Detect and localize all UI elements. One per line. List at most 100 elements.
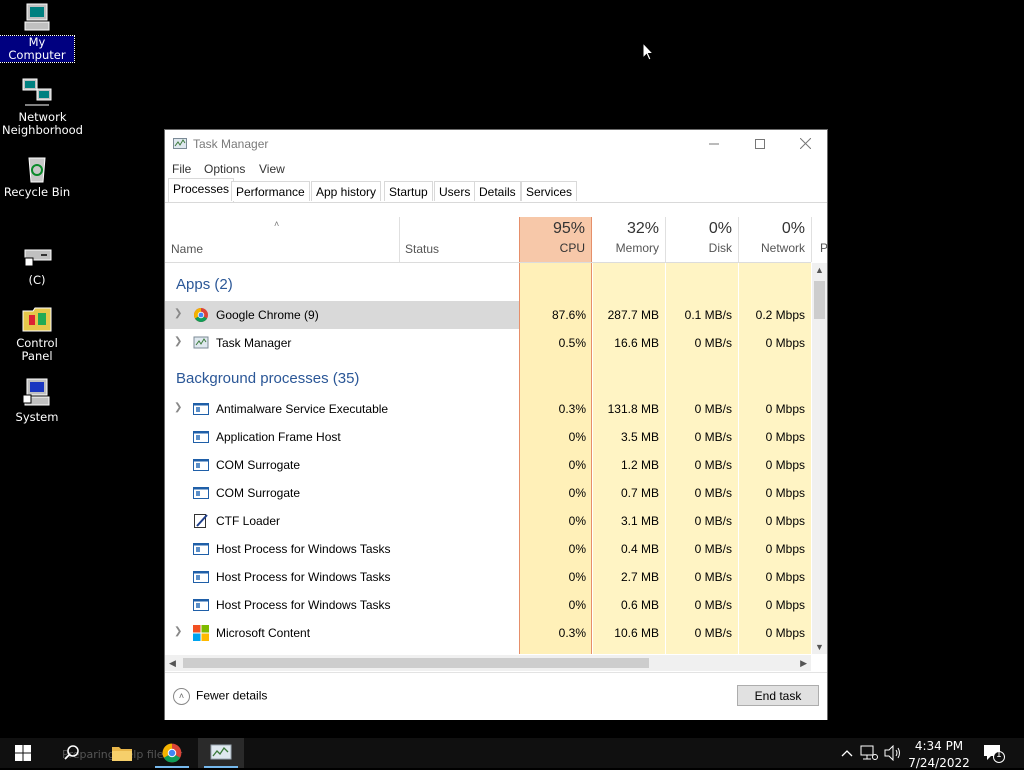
desktop-icon-label: Recycle Bin bbox=[3, 185, 71, 199]
disk-value: 0 MB/s bbox=[694, 336, 732, 350]
menu-view[interactable]: View bbox=[259, 162, 285, 176]
process-row[interactable]: Host Process for Windows Tasks 0% 2.7 MB… bbox=[165, 563, 811, 591]
disk-value: 0 MB/s bbox=[694, 458, 732, 472]
expand-chevron-icon[interactable]: ❯ bbox=[174, 336, 182, 347]
memory-label: Memory bbox=[615, 241, 659, 255]
expand-chevron-icon[interactable]: ❯ bbox=[174, 402, 182, 413]
maximize-button[interactable] bbox=[737, 130, 783, 158]
group-background-heading: Background processes (35) bbox=[176, 370, 360, 387]
desktop-icon-my-computer[interactable]: My Computer bbox=[0, 2, 75, 63]
minimize-icon bbox=[709, 143, 719, 145]
column-name[interactable]: Name bbox=[171, 242, 203, 256]
tab-app-history[interactable]: App history bbox=[311, 181, 382, 201]
network-tray-button[interactable] bbox=[860, 738, 882, 768]
process-name: Host Process for Windows Tasks bbox=[216, 570, 391, 584]
title-bar[interactable]: Task Manager bbox=[165, 130, 827, 158]
mouse-cursor-icon bbox=[642, 41, 655, 65]
network-total: 0% bbox=[781, 220, 805, 237]
tab-users[interactable]: Users bbox=[434, 181, 476, 201]
window-title: Task Manager bbox=[193, 137, 269, 151]
desktop-icon-network[interactable]: Network Neighborhood bbox=[0, 77, 83, 137]
power-label: P bbox=[820, 241, 829, 255]
scroll-left-arrow-icon[interactable]: ◀ bbox=[169, 658, 176, 669]
column-network[interactable]: 0% Network bbox=[738, 217, 811, 262]
process-row[interactable]: Application Frame Host 0% 3.5 MB 0 MB/s … bbox=[165, 423, 811, 451]
chrome-icon bbox=[162, 743, 182, 763]
scroll-up-arrow-icon[interactable]: ▲ bbox=[815, 265, 824, 275]
column-power-partial[interactable]: P bbox=[811, 217, 829, 262]
menu-options[interactable]: Options bbox=[204, 162, 245, 176]
scroll-down-arrow-icon[interactable]: ▼ bbox=[815, 642, 824, 652]
tab-processes[interactable]: Processes bbox=[168, 178, 235, 202]
disk-label: Disk bbox=[708, 241, 732, 255]
desktop-icon-recycle-bin[interactable]: Recycle Bin bbox=[0, 152, 74, 199]
minimize-button[interactable] bbox=[691, 130, 737, 158]
process-row[interactable]: Host Process for Windows Tasks 0% 0.6 MB… bbox=[165, 591, 811, 619]
desktop-icon-label: System bbox=[15, 410, 59, 424]
service-window-icon bbox=[193, 599, 209, 611]
taskbar-chrome[interactable] bbox=[149, 738, 195, 768]
taskbar-task-manager[interactable] bbox=[198, 738, 244, 768]
process-row[interactable]: CTF Loader 0% 3.1 MB 0 MB/s 0 Mbps bbox=[165, 507, 811, 535]
end-task-button[interactable]: End task bbox=[737, 685, 819, 706]
desktop-icon-system[interactable]: System bbox=[0, 377, 74, 424]
cpu-value: 87.6% bbox=[551, 308, 586, 322]
process-row[interactable]: Host Process for Windows Tasks 0% 0.4 MB… bbox=[165, 535, 811, 563]
process-row[interactable]: COM Surrogate 0% 1.2 MB 0 MB/s 0 Mbps bbox=[165, 451, 811, 479]
start-button[interactable] bbox=[0, 738, 46, 768]
tab-services[interactable]: Services bbox=[521, 181, 578, 201]
process-row[interactable]: ❯ Antimalware Service Executable 0.3% 13… bbox=[165, 395, 811, 423]
search-button[interactable] bbox=[49, 738, 95, 768]
taskbar-clock[interactable]: 4:34 PM 7/24/2022 bbox=[903, 740, 975, 770]
expand-chevron-icon[interactable]: ❯ bbox=[174, 626, 182, 637]
column-cpu[interactable]: 95% CPU bbox=[519, 217, 592, 262]
fewer-details-button[interactable]: ˄ Fewer details bbox=[173, 688, 267, 705]
folder-icon bbox=[112, 747, 132, 761]
collapse-chevron-icon: ˄ bbox=[173, 688, 190, 705]
process-row-task-manager[interactable]: ❯ Task Manager 0.5% 16.6 MB 0 MB/s 0 Mbp… bbox=[165, 329, 811, 357]
service-window-icon bbox=[193, 459, 209, 471]
horizontal-scrollbar[interactable]: ◀ ▶ bbox=[165, 655, 811, 671]
close-button[interactable] bbox=[782, 130, 828, 158]
disk-value: 0 MB/s bbox=[694, 570, 732, 584]
vertical-scrollbar[interactable]: ▲ ▼ bbox=[812, 263, 827, 654]
desktop-icon-label: Network Neighborhood bbox=[2, 110, 83, 137]
sort-up-icon[interactable]: ˄ bbox=[274, 219, 279, 229]
menu-file[interactable]: File bbox=[172, 162, 191, 176]
speaker-icon bbox=[884, 744, 900, 762]
tab-startup[interactable]: Startup bbox=[384, 181, 433, 201]
disk-value: 0 MB/s bbox=[694, 514, 732, 528]
process-row[interactable]: ❯ Microsoft Content 0.3% 10.6 MB 0 MB/s … bbox=[165, 619, 811, 647]
memory-value: 3.5 MB bbox=[620, 430, 659, 444]
footer: ˄ Fewer details End task bbox=[165, 672, 827, 720]
process-name: CTF Loader bbox=[216, 514, 281, 528]
desktop-icon-control-panel[interactable]: Control Panel bbox=[0, 303, 74, 363]
disk-value: 0 MB/s bbox=[694, 430, 732, 444]
cpu-total: 95% bbox=[552, 220, 585, 237]
tab-performance[interactable]: Performance bbox=[231, 181, 310, 201]
clock-date: 7/24/2022 bbox=[908, 756, 970, 770]
cpu-value: 0% bbox=[568, 430, 586, 444]
disk-value: 0 MB/s bbox=[694, 542, 732, 556]
expand-chevron-icon[interactable]: ❯ bbox=[174, 308, 182, 319]
action-center-button[interactable]: 1 bbox=[980, 738, 1016, 768]
scroll-right-arrow-icon[interactable]: ▶ bbox=[800, 658, 807, 669]
column-status[interactable]: Status bbox=[399, 217, 519, 262]
memory-value: 0.4 MB bbox=[620, 542, 659, 556]
system-icon bbox=[21, 377, 53, 409]
show-hidden-icons-button[interactable] bbox=[838, 738, 856, 768]
vertical-scroll-thumb[interactable] bbox=[814, 281, 825, 319]
tab-details[interactable]: Details bbox=[474, 181, 521, 201]
process-list: Apps (2) ❯ Google Chrome (9) 87.6% 287.7… bbox=[165, 263, 811, 654]
column-memory[interactable]: 32% Memory bbox=[592, 217, 665, 262]
process-row[interactable]: COM Surrogate 0% 0.7 MB 0 MB/s 0 Mbps bbox=[165, 479, 811, 507]
taskbar-file-explorer[interactable] bbox=[99, 738, 145, 768]
task-manager-app-icon bbox=[173, 137, 187, 151]
cpu-value: 0% bbox=[568, 486, 586, 500]
column-disk[interactable]: 0% Disk bbox=[665, 217, 738, 262]
horizontal-scroll-thumb[interactable] bbox=[183, 658, 649, 668]
desktop-icon-drive-c[interactable]: (C) bbox=[0, 240, 74, 287]
service-window-icon bbox=[193, 487, 209, 499]
process-row-chrome[interactable]: ❯ Google Chrome (9) 87.6% 287.7 MB 0.1 M… bbox=[165, 301, 811, 329]
service-window-icon bbox=[193, 403, 209, 415]
